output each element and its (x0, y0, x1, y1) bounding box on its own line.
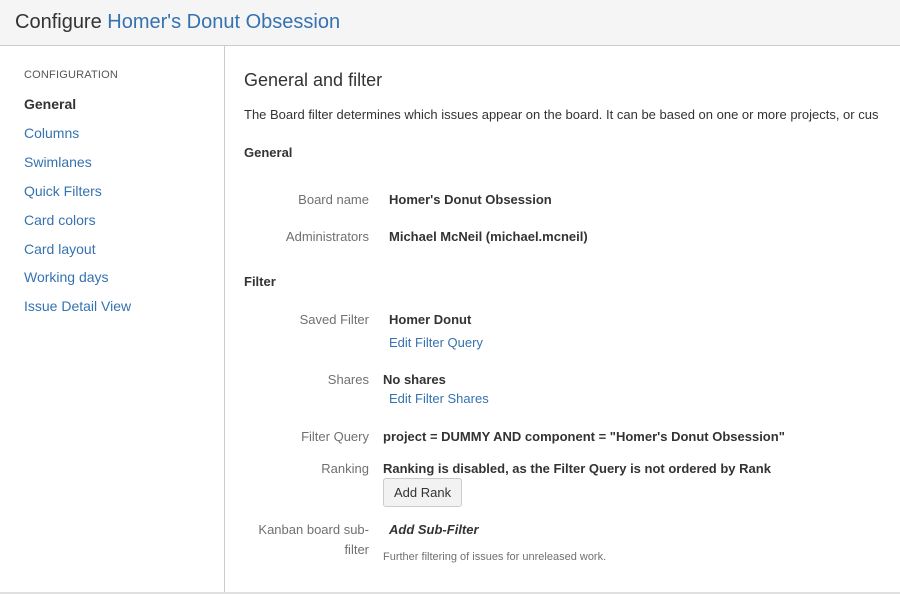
add-rank-button[interactable]: Add Rank (383, 478, 463, 507)
subfilter-help-text: Further filtering of issues for unreleas… (383, 551, 607, 563)
filter-query-value: project = DUMMY AND component = "Homer's… (383, 429, 785, 444)
board-name-label: Board name (298, 192, 369, 207)
administrators-label: Administrators (285, 229, 369, 244)
page-header: Configure Homer's Donut Obsession (0, 0, 900, 46)
sidebar-item-quick-filters[interactable]: Quick Filters (24, 182, 102, 200)
saved-filter-label: Saved Filter (299, 312, 369, 327)
edit-filter-shares-link[interactable]: Edit Filter Shares (389, 390, 489, 407)
sidebar-heading: CONFIGURATION (24, 69, 119, 81)
saved-filter-value: Homer Donut (389, 312, 472, 327)
add-subfilter-link[interactable]: Add Sub-Filter (389, 522, 479, 537)
page-title-prefix: Configure (15, 11, 102, 33)
edit-filter-query-link[interactable]: Edit Filter Query (389, 334, 483, 351)
kanban-subfilter-label-line2: filter (344, 542, 369, 557)
main-content: General and filter The Board filter dete… (226, 46, 900, 592)
ranking-label: Ranking (321, 461, 369, 476)
general-heading: General (244, 145, 293, 160)
section-title: General and filter (244, 70, 383, 90)
board-filter-description: The Board filter determines which issues… (244, 107, 879, 122)
board-name-value: Homer's Donut Obsession (389, 192, 552, 207)
sidebar-item-swimlanes[interactable]: Swimlanes (24, 153, 92, 171)
administrators-value: Michael McNeil (michael.mcneil) (389, 229, 588, 244)
sidebar-item-card-colors[interactable]: Card colors (24, 211, 96, 229)
configuration-sidebar: CONFIGURATION General Columns Swimlanes … (0, 46, 225, 592)
shares-label: Shares (327, 372, 369, 387)
shares-value: No shares (383, 372, 446, 387)
sidebar-item-columns[interactable]: Columns (24, 124, 79, 142)
sidebar-item-card-layout[interactable]: Card layout (24, 240, 96, 258)
ranking-value: Ranking is disabled, as the Filter Query… (383, 461, 771, 476)
page-title: Configure Homer's Donut Obsession (15, 10, 340, 34)
sidebar-item-issue-detail-view[interactable]: Issue Detail View (24, 297, 131, 315)
filter-query-label: Filter Query (301, 429, 369, 444)
kanban-subfilter-label-line1: Kanban board sub- (258, 522, 369, 537)
board-name-link[interactable]: Homer's Donut Obsession (107, 11, 340, 33)
filter-heading: Filter (244, 274, 276, 289)
sidebar-item-working-days[interactable]: Working days (24, 268, 109, 286)
sidebar-item-general[interactable]: General (24, 95, 76, 113)
